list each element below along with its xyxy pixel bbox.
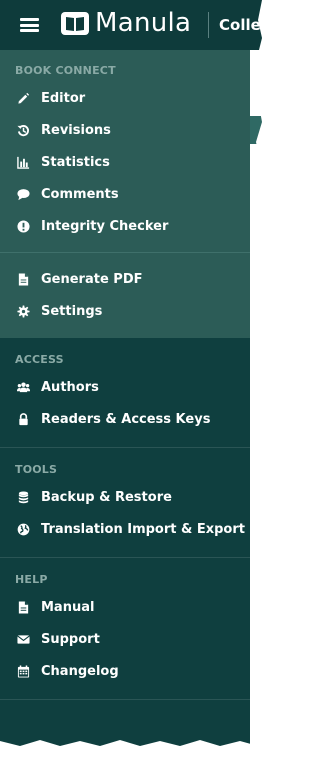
sidebar-item-translation-import-export[interactable]: Translation Import & Export: [0, 513, 250, 545]
brand-name[interactable]: Manula: [95, 8, 191, 38]
section-divider: [0, 699, 250, 700]
database-icon: [16, 490, 30, 504]
file-icon: [16, 600, 30, 614]
history-icon: [16, 123, 30, 137]
help-section: HELP Manual Support Changelog: [0, 558, 250, 700]
sidebar-item-label: Translation Import & Export: [41, 521, 245, 537]
sidebar-item-label: Editor: [41, 90, 86, 106]
sidebar-item-statistics[interactable]: Statistics: [0, 146, 250, 178]
sidebar-item-label: Backup & Restore: [41, 489, 172, 505]
page-title: Collec: [219, 16, 262, 34]
sidebar-item-manual[interactable]: Manual: [0, 591, 250, 623]
top-bar: Manula Collec: [0, 0, 262, 50]
sidebar-item-label: Statistics: [41, 154, 110, 170]
sidebar-item-label: Integrity Checker: [41, 218, 169, 234]
gear-icon: [16, 304, 30, 318]
sidebar-item-revisions[interactable]: Revisions: [0, 114, 250, 146]
content-accent-tab: [250, 116, 262, 144]
sidebar-item-label: Authors: [41, 379, 99, 395]
sidebar-item-label: Manual: [41, 599, 95, 615]
sidebar-item-label: Settings: [41, 303, 103, 319]
header-divider: [208, 12, 209, 38]
users-icon: [16, 380, 30, 394]
hamburger-menu-icon[interactable]: [20, 18, 39, 32]
sidebar-item-label: Comments: [41, 186, 119, 202]
calendar-icon: [16, 664, 30, 678]
lock-icon: [16, 412, 30, 426]
sidebar-item-support[interactable]: Support: [0, 623, 250, 655]
sidebar-item-label: Readers & Access Keys: [41, 411, 211, 427]
section-title-book-connect: BOOK CONNECT: [15, 64, 116, 77]
section-title-help: HELP: [15, 573, 48, 586]
sidebar-item-label: Revisions: [41, 122, 111, 138]
sidebar-item-backup-restore[interactable]: Backup & Restore: [0, 481, 250, 513]
tools-section: TOOLS Backup & Restore Translation Impor…: [0, 448, 250, 558]
sidebar-item-integrity-checker[interactable]: Integrity Checker: [0, 210, 250, 242]
sidebar-item-settings[interactable]: Settings: [0, 295, 250, 327]
envelope-icon: [16, 632, 30, 646]
sidebar: BOOK CONNECT Editor Revisions Statistics…: [0, 50, 250, 746]
book-connect-section: BOOK CONNECT Editor Revisions Statistics…: [0, 50, 250, 338]
sidebar-item-readers-access-keys[interactable]: Readers & Access Keys: [0, 403, 250, 435]
sidebar-item-label: Changelog: [41, 663, 119, 679]
bar-chart-icon: [16, 155, 30, 169]
book-logo-icon: [61, 12, 89, 35]
file-icon: [16, 272, 30, 286]
sidebar-item-changelog[interactable]: Changelog: [0, 655, 250, 687]
sidebar-item-generate-pdf[interactable]: Generate PDF: [0, 263, 250, 295]
pencil-icon: [16, 91, 30, 105]
sidebar-item-comments[interactable]: Comments: [0, 178, 250, 210]
comment-icon: [16, 187, 30, 201]
sidebar-item-label: Support: [41, 631, 100, 647]
section-title-access: ACCESS: [15, 353, 64, 366]
torn-paper-frame: Manula Collec BOOK CONNECT Editor: [0, 0, 262, 746]
sidebar-item-authors[interactable]: Authors: [0, 371, 250, 403]
globe-icon: [16, 522, 30, 536]
sidebar-item-editor[interactable]: Editor: [0, 82, 250, 114]
exclamation-circle-icon: [16, 219, 30, 233]
app-window: Manula Collec BOOK CONNECT Editor: [0, 0, 262, 746]
section-title-tools: TOOLS: [15, 463, 58, 476]
content-edge: [250, 50, 262, 746]
sidebar-item-label: Generate PDF: [41, 271, 143, 287]
access-section: ACCESS Authors Readers & Access Keys: [0, 338, 250, 448]
